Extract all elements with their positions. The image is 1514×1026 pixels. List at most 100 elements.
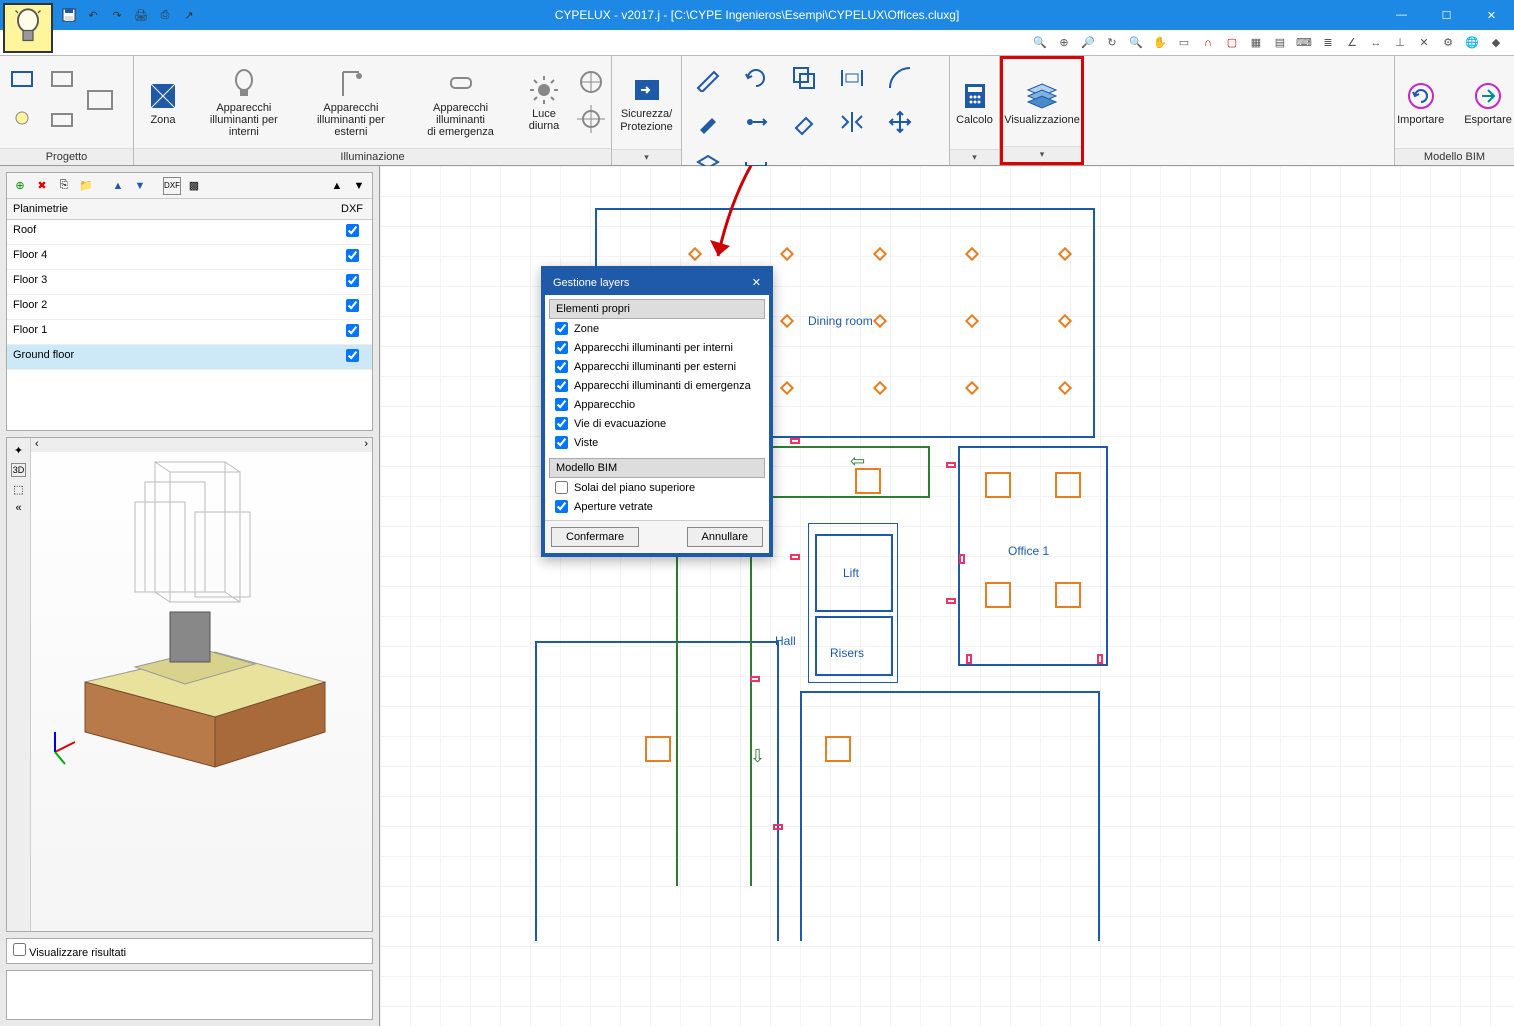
calcolo-dropdown[interactable]: ▾ [950, 149, 999, 165]
layer-checkbox-row[interactable]: Vie di evacuazione [549, 414, 765, 433]
maximize-button[interactable]: ☐ [1424, 0, 1469, 30]
esportare-button[interactable]: Esportare [1459, 75, 1514, 129]
layer-checkbox-row[interactable]: Solai del piano superiore [549, 478, 765, 497]
tree-row[interactable]: Floor 1 [7, 320, 372, 345]
collapse-down-icon[interactable]: ▼ [350, 177, 368, 195]
refresh-icon[interactable]: ↻ [1102, 33, 1122, 53]
zoom-window-icon[interactable]: 🔍 [1030, 33, 1050, 53]
layer-checkbox[interactable] [555, 481, 568, 494]
tree-row[interactable]: Roof [7, 220, 372, 245]
tree-row-checkbox[interactable] [346, 224, 359, 237]
copy-plan-icon[interactable]: ⎘ [55, 177, 73, 195]
dim-icon[interactable]: ↔ [1366, 33, 1386, 53]
confirm-button[interactable]: Confermare [551, 527, 639, 547]
visualizzazione-button[interactable]: Visualizzazione [999, 75, 1085, 129]
zona-button[interactable]: Zona [140, 75, 186, 129]
canvas-3d[interactable]: ‹› [31, 438, 372, 931]
tree-row-checkbox[interactable] [346, 324, 359, 337]
ill-crosshair-icon[interactable] [577, 105, 605, 136]
qr-icon[interactable]: ▩ [185, 177, 203, 195]
layer-checkbox-row[interactable]: Apparecchi illuminanti di emergenza [549, 376, 765, 395]
select-icon[interactable]: ▭ [1174, 33, 1194, 53]
layer-checkbox[interactable] [555, 379, 568, 392]
layer-checkbox[interactable] [555, 500, 568, 513]
external-icon[interactable]: ↗ [180, 6, 198, 24]
visualizzazione-dropdown[interactable]: ▾ [1003, 146, 1081, 162]
export-icon[interactable]: ⎙ [156, 6, 174, 24]
edit-arc-icon[interactable] [880, 60, 920, 96]
importare-button[interactable]: Importare [1392, 75, 1449, 129]
tree-row[interactable]: Floor 2 [7, 295, 372, 320]
pan-icon[interactable]: ✋ [1150, 33, 1170, 53]
layers-icon[interactable]: ▤ [1270, 33, 1290, 53]
layer-checkbox-row[interactable]: Aperture vetrate [549, 497, 765, 516]
view-3d-icon[interactable]: 3D [11, 463, 27, 477]
apparecchi-esterni-button[interactable]: Apparecchi illuminanti per esterni [302, 63, 400, 141]
help-icon[interactable]: ◆ [1486, 33, 1506, 53]
layer-checkbox[interactable] [555, 398, 568, 411]
layer-checkbox-row[interactable]: Zone [549, 319, 765, 338]
edit-align-icon[interactable] [832, 60, 872, 96]
move-up-icon[interactable]: ▲ [109, 177, 127, 195]
results-checkbox[interactable] [13, 943, 26, 956]
tree-row-checkbox[interactable] [346, 299, 359, 312]
edit-copy-icon[interactable] [784, 60, 824, 96]
close-button[interactable]: ✕ [1469, 0, 1514, 30]
dialog-close-icon[interactable]: ✕ [752, 276, 761, 289]
calcolo-button[interactable]: Calcolo [951, 75, 998, 129]
print-icon[interactable]: 🖨 [132, 6, 150, 24]
ill-circle-icon[interactable] [577, 68, 605, 99]
sicurezza-button[interactable]: Sicurezza/ Protezione [615, 69, 678, 135]
project-area-icon[interactable] [86, 87, 114, 118]
apparecchi-interni-button[interactable]: Apparecchi illuminanti per interni [196, 63, 292, 141]
project-light-icon[interactable] [6, 104, 38, 136]
grid-icon[interactable]: ▦ [1246, 33, 1266, 53]
layer-checkbox[interactable] [555, 436, 568, 449]
edit-mirror-icon[interactable] [832, 104, 872, 140]
view-axis-icon[interactable]: ✦ [14, 444, 23, 457]
layer-checkbox-row[interactable]: Viste [549, 433, 765, 452]
project-folder-icon[interactable] [46, 104, 78, 136]
tree-row[interactable]: Floor 4 [7, 245, 372, 270]
edit-brush-icon[interactable] [688, 104, 728, 140]
tree-row[interactable]: Floor 3 [7, 270, 372, 295]
tools-icon[interactable]: ✕ [1414, 33, 1434, 53]
zoom-in-icon[interactable]: 🔎 [1078, 33, 1098, 53]
layer-checkbox-row[interactable]: Apparecchi illuminanti per interni [549, 338, 765, 357]
layer-checkbox[interactable] [555, 417, 568, 430]
view-cube-icon[interactable]: ⬚ [13, 483, 23, 496]
move-down-icon[interactable]: ▼ [131, 177, 149, 195]
tree-row[interactable]: Ground floor [7, 345, 372, 370]
zoom-extents-icon[interactable]: ⊕ [1054, 33, 1074, 53]
tree-row-checkbox[interactable] [346, 274, 359, 287]
luce-diurna-button[interactable]: Luce diurna [521, 69, 567, 135]
layer-checkbox[interactable] [555, 341, 568, 354]
snap-icon[interactable]: ⊥ [1390, 33, 1410, 53]
layer-checkbox-row[interactable]: Apparecchio [549, 395, 765, 414]
folder-icon[interactable]: 📁 [77, 177, 95, 195]
edit-rotate-icon[interactable] [736, 60, 776, 96]
minimize-button[interactable]: — [1379, 0, 1424, 30]
globe-icon[interactable]: 🌐 [1462, 33, 1482, 53]
project-new-icon[interactable] [6, 64, 38, 96]
dxf-dwg-icon[interactable]: DXF [163, 177, 181, 195]
cancel-button[interactable]: Annullare [687, 527, 763, 547]
edit-move-cross-icon[interactable] [880, 104, 920, 140]
layer-checkbox[interactable] [555, 360, 568, 373]
settings-icon[interactable]: ⚙ [1438, 33, 1458, 53]
save-icon[interactable] [60, 6, 78, 24]
sicurezza-dropdown[interactable]: ▾ [612, 149, 681, 165]
edit-erase-icon[interactable] [784, 104, 824, 140]
tree-row-checkbox[interactable] [346, 249, 359, 262]
layer-checkbox-row[interactable]: Apparecchi illuminanti per esterni [549, 357, 765, 376]
magnet-icon[interactable]: ∩ [1198, 33, 1218, 53]
results-checkbox-row[interactable]: Visualizzare risultati [13, 947, 126, 959]
zoom-out-icon[interactable]: 🔍 [1126, 33, 1146, 53]
project-open-icon[interactable] [46, 64, 78, 96]
delete-icon[interactable]: ✖ [33, 177, 51, 195]
edit-pencil-icon[interactable] [688, 60, 728, 96]
redo-icon[interactable]: ↷ [108, 6, 126, 24]
ruler-icon[interactable]: ≣ [1318, 33, 1338, 53]
view-expand-icon[interactable]: « [15, 502, 21, 514]
rect-icon[interactable]: ▢ [1222, 33, 1242, 53]
